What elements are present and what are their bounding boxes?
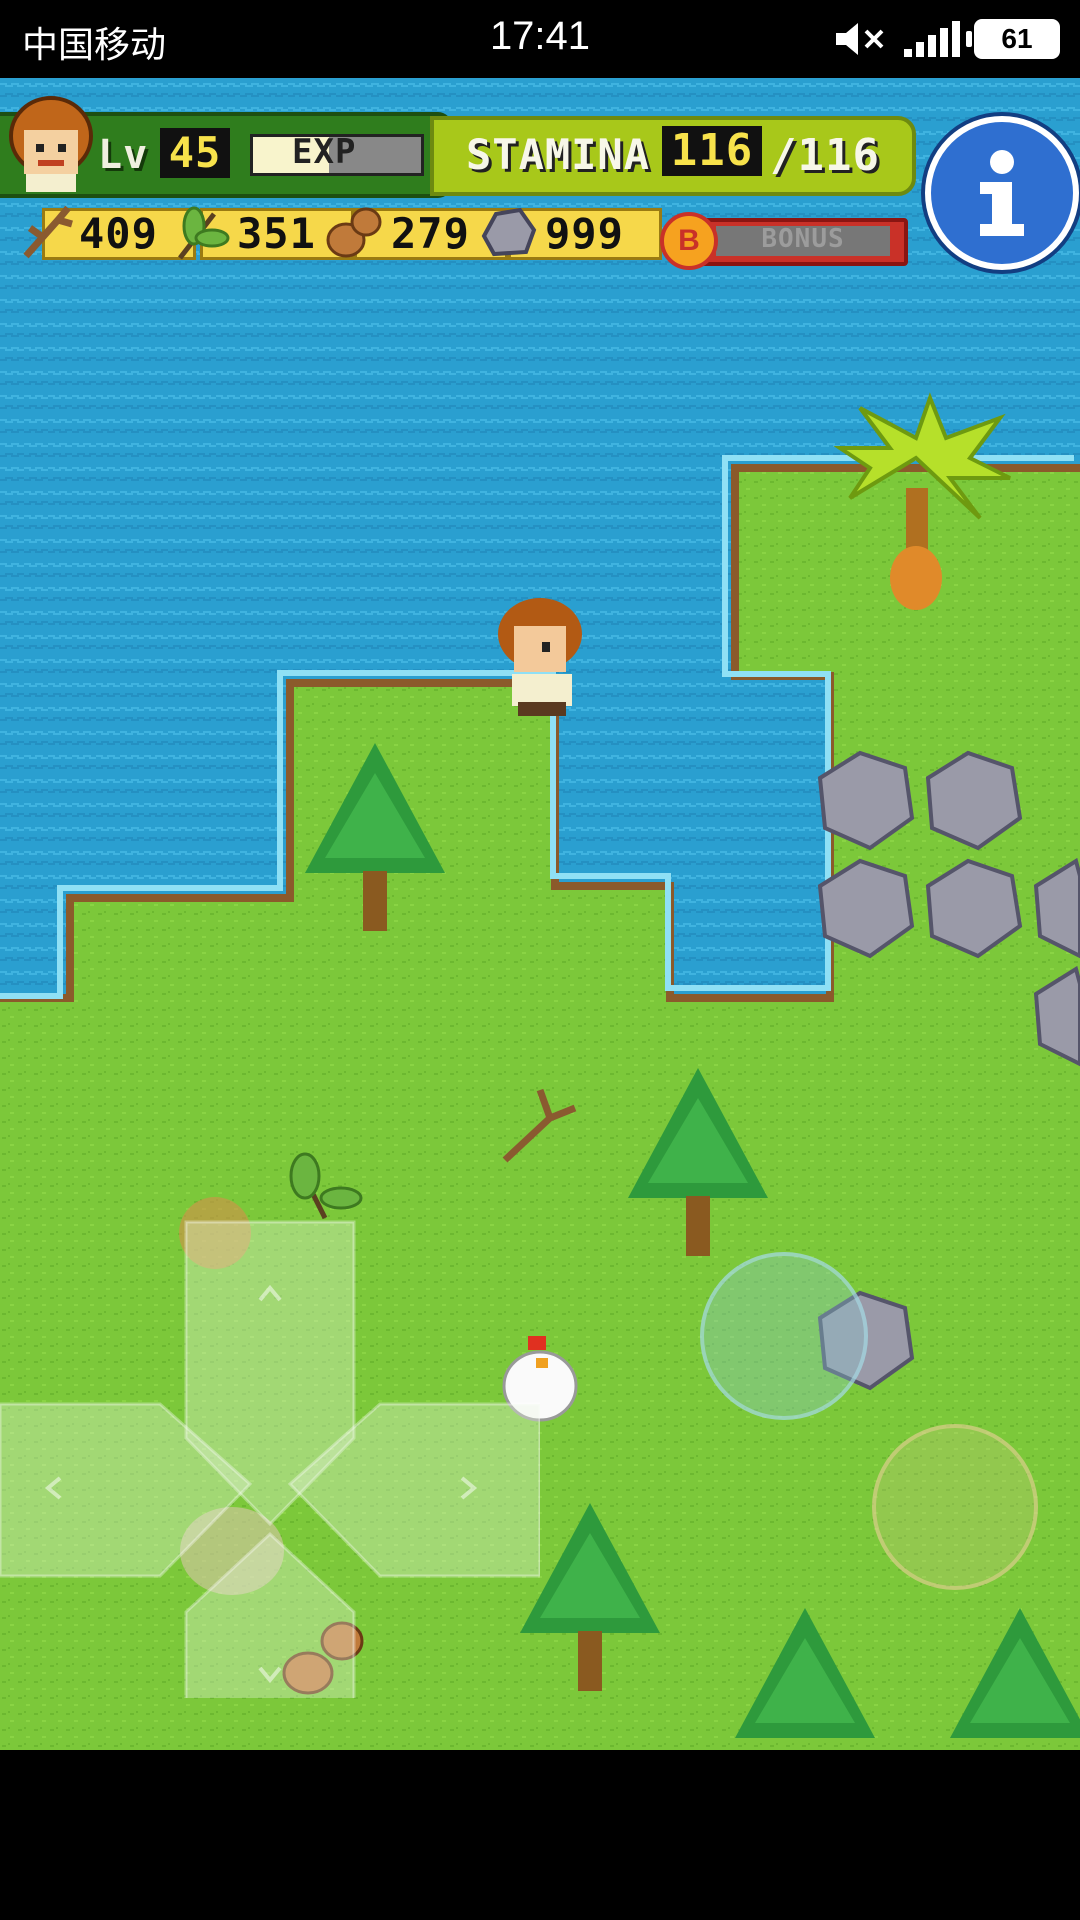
- level-label: Lv: [98, 132, 149, 178]
- bonus-track: BONUS: [700, 218, 908, 266]
- info-button[interactable]: [925, 116, 1079, 270]
- bonus-label: BONUS: [761, 224, 845, 254]
- mute-icon: [836, 23, 884, 55]
- player-avatar-icon[interactable]: [8, 96, 94, 194]
- action-button-b[interactable]: [872, 1424, 1038, 1590]
- branch-icon: [23, 205, 73, 259]
- bonus-coin-icon: B: [660, 212, 718, 270]
- stamina-current: 116: [662, 126, 762, 176]
- stone-icon: [481, 207, 537, 257]
- bonus-meter[interactable]: BONUS B: [660, 212, 910, 270]
- game-view[interactable]: Lv 45 EXP STAMINA 116 /116 409 351 279 9…: [0, 78, 1080, 1750]
- status-icons: 61: [832, 14, 1060, 64]
- level-value: 45: [160, 128, 230, 178]
- signal-icon: [904, 21, 960, 57]
- leaf-icon: [178, 206, 230, 260]
- stamina-max: /116: [770, 130, 880, 181]
- info-icon: [980, 150, 1024, 236]
- action-button-a[interactable]: [700, 1252, 868, 1420]
- dpad-control[interactable]: [0, 1138, 540, 1698]
- exp-label: EXP: [292, 132, 357, 172]
- stamina-label: STAMINA: [466, 130, 651, 179]
- letterbox-bottom: [0, 1750, 1080, 1920]
- nut-icon: [326, 207, 382, 258]
- battery-icon: 61: [966, 19, 1060, 59]
- dpad-down[interactable]: [184, 1531, 356, 1698]
- status-bar: 中国移动 17:41 61: [0, 0, 1080, 78]
